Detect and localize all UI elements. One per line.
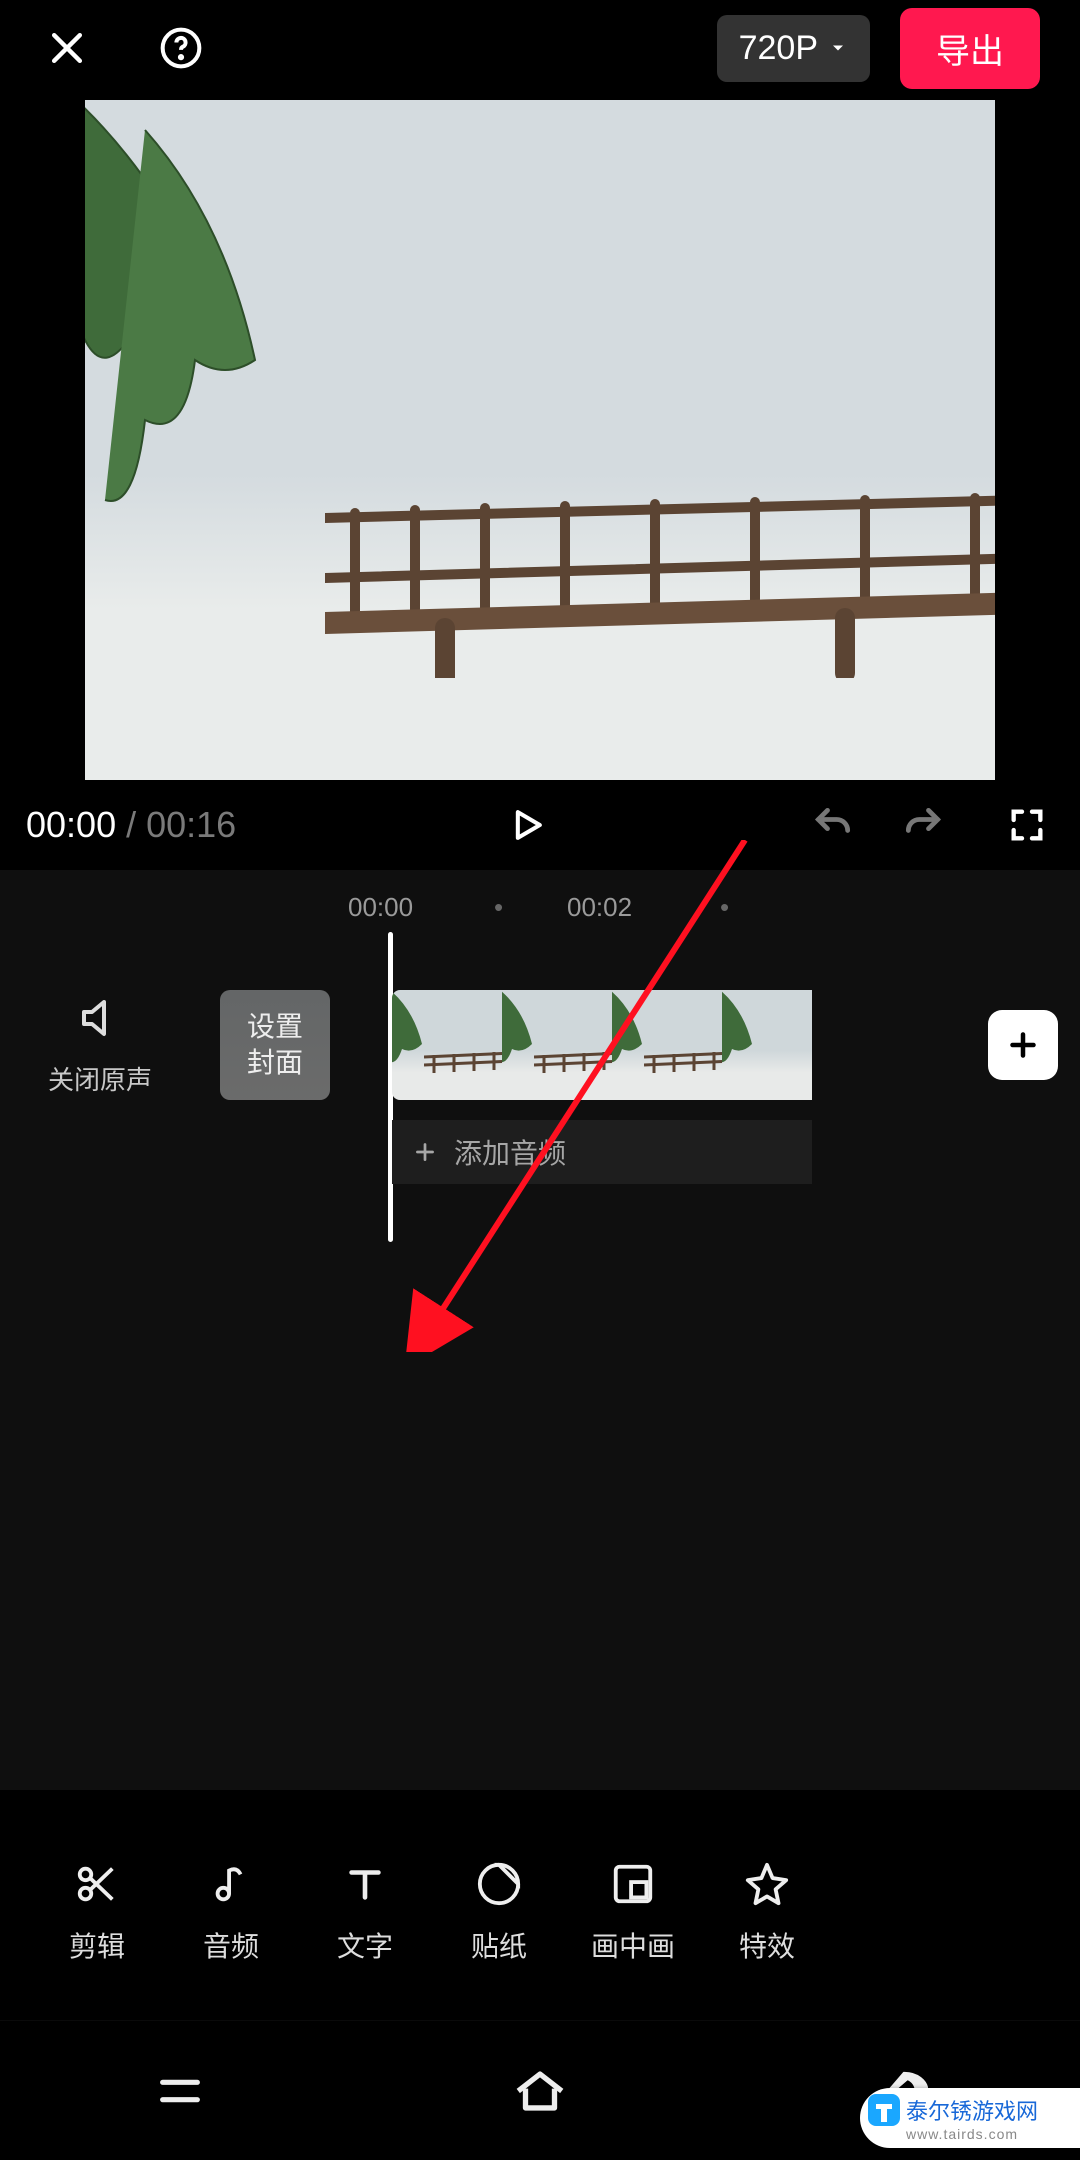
tool-label: 文字 — [337, 1925, 393, 1965]
plus-icon — [412, 1139, 438, 1165]
music-note-icon — [208, 1861, 254, 1907]
ruler-dot: • — [720, 892, 729, 923]
current-time: 00:00 — [26, 804, 116, 846]
export-button[interactable]: 导出 — [900, 8, 1040, 89]
add-clip-button[interactable] — [988, 1010, 1058, 1080]
play-button[interactable] — [500, 798, 554, 852]
tool-label: 特效 — [739, 1925, 795, 1965]
ruler-dot: • — [494, 892, 503, 923]
mute-original-audio[interactable]: 关闭原声 — [0, 994, 200, 1097]
close-icon — [45, 26, 89, 70]
video-preview[interactable] — [85, 100, 995, 780]
help-icon — [159, 26, 203, 70]
ruler-tick-0: 00:00 — [348, 892, 413, 923]
tool-fx[interactable]: 特效 — [700, 1859, 834, 1965]
sticker-icon — [476, 1861, 522, 1907]
resolution-label: 720P — [739, 29, 818, 68]
bottom-toolbar: 剪辑 音频 文字 贴纸 画中画 特效 — [0, 1832, 1080, 1992]
plus-icon — [1005, 1027, 1041, 1063]
video-clip-track[interactable] — [392, 990, 812, 1100]
tool-label: 贴纸 — [471, 1925, 527, 1965]
tool-sticker[interactable]: 贴纸 — [432, 1859, 566, 1965]
preview-decor-tree — [85, 100, 365, 660]
nav-home-button[interactable] — [480, 2062, 600, 2120]
clip-thumbnail[interactable] — [502, 990, 612, 1100]
pip-icon — [610, 1861, 656, 1907]
video-track-row: 关闭原声 设置 封面 — [0, 990, 1080, 1100]
time-separator: / — [126, 804, 136, 846]
fullscreen-button[interactable] — [1000, 798, 1054, 852]
preview-area — [0, 96, 1080, 780]
watermark-title: 泰尔锈游戏网 — [906, 2099, 1038, 2124]
nav-menu-button[interactable] — [120, 2065, 240, 2117]
tool-edit[interactable]: 剪辑 — [30, 1859, 164, 1965]
help-button[interactable] — [154, 21, 208, 75]
tool-label: 画中画 — [591, 1925, 675, 1965]
tool-pip[interactable]: 画中画 — [566, 1859, 700, 1965]
clip-thumbnail[interactable] — [722, 990, 812, 1100]
tool-audio[interactable]: 音频 — [164, 1859, 298, 1965]
tool-text[interactable]: 文字 — [298, 1859, 432, 1965]
timeline-ruler[interactable]: 00:00 • 00:02 • — [0, 882, 1080, 932]
redo-icon — [901, 803, 945, 847]
scissors-icon — [74, 1861, 120, 1907]
speaker-icon — [76, 994, 124, 1042]
undo-button[interactable] — [806, 798, 860, 852]
home-icon — [511, 2062, 569, 2120]
star-icon — [744, 1861, 790, 1907]
clip-thumbnail[interactable] — [392, 990, 502, 1100]
ruler-tick-2: 00:02 — [567, 892, 632, 923]
fullscreen-icon — [1007, 805, 1047, 845]
undo-icon — [811, 803, 855, 847]
timeline-area: 00:00 • 00:02 • 关闭原声 设置 封面 — [0, 870, 1080, 1790]
chevron-down-icon — [828, 38, 848, 58]
header-left — [40, 21, 208, 75]
cover-label-2: 封面 — [247, 1045, 303, 1081]
add-audio-label: 添加音频 — [454, 1132, 566, 1172]
menu-icon — [154, 2065, 206, 2117]
watermark: 泰尔锈游戏网 www.tairds.com — [860, 2088, 1080, 2148]
clip-thumbnail[interactable] — [612, 990, 722, 1100]
tool-label: 剪辑 — [69, 1925, 125, 1965]
total-time: 00:16 — [146, 804, 236, 846]
export-label: 导出 — [936, 33, 1004, 71]
resolution-selector[interactable]: 720P — [717, 15, 870, 82]
watermark-icon — [864, 2090, 904, 2130]
preview-decor-bridge — [325, 458, 995, 678]
play-icon — [505, 803, 549, 847]
playback-bar: 00:00 / 00:16 — [0, 780, 1080, 870]
cover-label-1: 设置 — [247, 1009, 303, 1045]
redo-button[interactable] — [896, 798, 950, 852]
text-icon — [342, 1861, 388, 1907]
tool-label: 音频 — [203, 1925, 259, 1965]
editor-header: 720P 导出 — [0, 0, 1080, 96]
close-button[interactable] — [40, 21, 94, 75]
mute-label: 关闭原声 — [0, 1060, 200, 1097]
add-audio-lane[interactable]: 添加音频 — [392, 1120, 812, 1184]
watermark-subtitle: www.tairds.com — [906, 2126, 1076, 2142]
set-cover-button[interactable]: 设置 封面 — [220, 990, 330, 1100]
